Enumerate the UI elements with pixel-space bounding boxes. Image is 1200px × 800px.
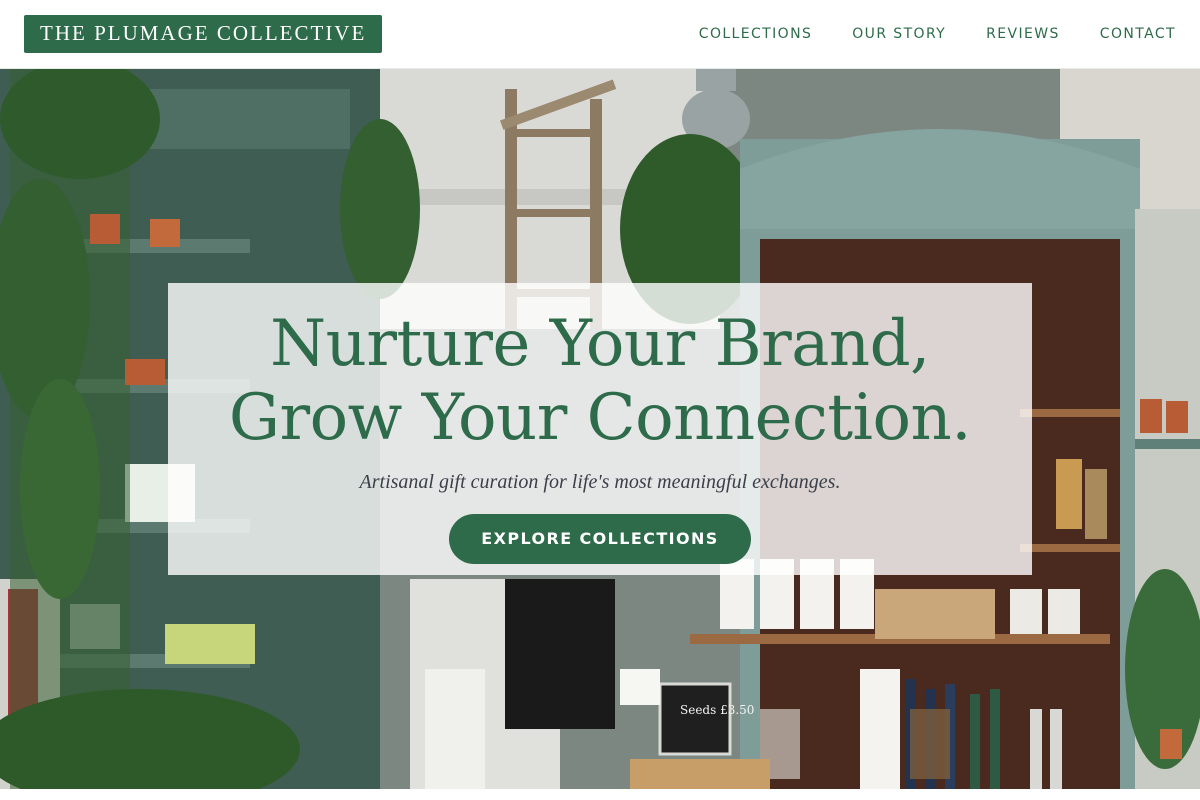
hero-headline-line-2: Grow Your Connection.: [228, 381, 972, 455]
page-bottom-band: [0, 789, 1200, 800]
seeds-sign-text: Seeds £3.50: [680, 703, 754, 717]
hero-headline-line-1: Nurture Your Brand,: [270, 307, 930, 381]
nav-link-contact[interactable]: CONTACT: [1100, 26, 1176, 42]
site-header: THE PLUMAGE COLLECTIVE COLLECTIONS OUR S…: [0, 0, 1200, 69]
brand-logo[interactable]: THE PLUMAGE COLLECTIVE: [24, 15, 383, 53]
hero-headline: Nurture Your Brand, Grow Your Connection…: [168, 307, 1032, 455]
main-nav: COLLECTIONS OUR STORY REVIEWS CONTACT: [699, 26, 1176, 42]
nav-link-reviews[interactable]: REVIEWS: [986, 26, 1060, 42]
hero-section: Seeds £3.50 Nurture Your Brand, Grow You…: [0, 69, 1200, 789]
nav-link-our-story[interactable]: OUR STORY: [852, 26, 946, 42]
explore-collections-button[interactable]: EXPLORE COLLECTIONS: [449, 514, 751, 564]
hero-card: Nurture Your Brand, Grow Your Connection…: [168, 283, 1032, 575]
hero-tagline: Artisanal gift curation for life's most …: [359, 471, 841, 493]
nav-link-collections[interactable]: COLLECTIONS: [699, 26, 812, 42]
